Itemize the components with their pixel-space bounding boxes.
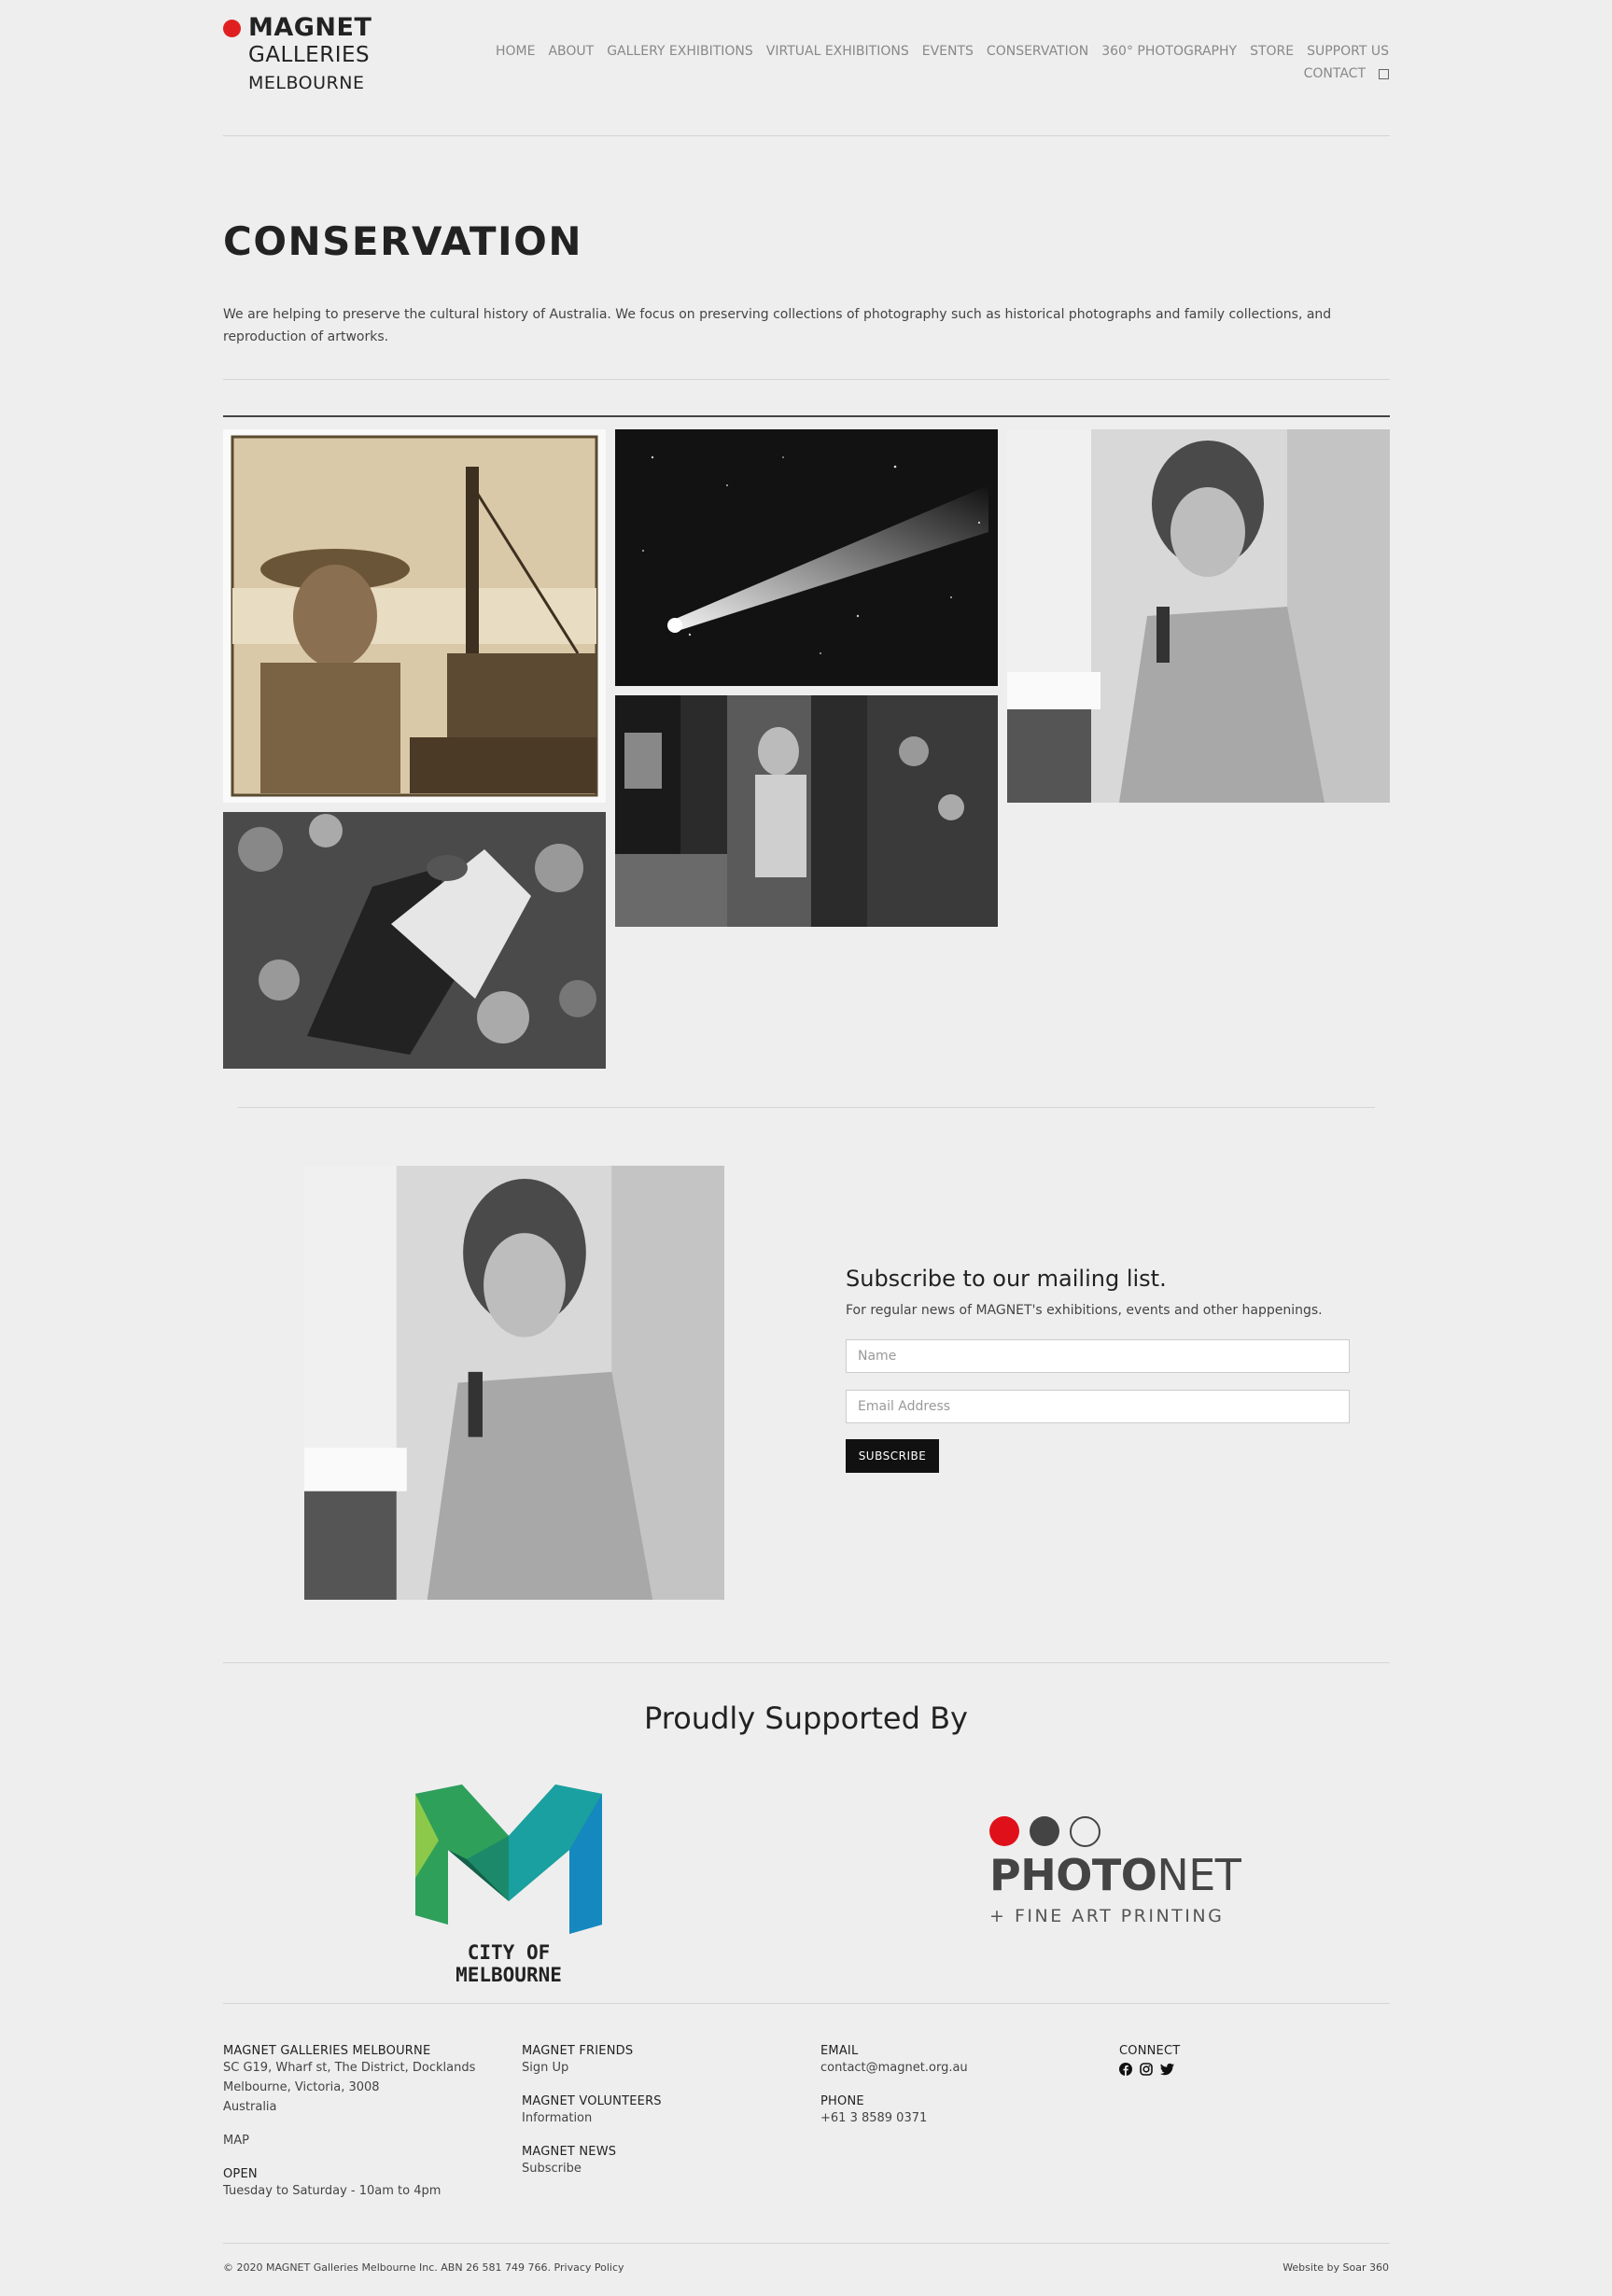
nav-virtual-exhibitions[interactable]: VIRTUAL EXHIBITIONS — [766, 44, 909, 59]
site-credit: Website by Soar 360 — [1283, 2261, 1389, 2274]
logo-dot[interactable] — [223, 20, 241, 37]
nav-secondary: CONTACT — [1304, 66, 1389, 81]
footer-connect-title: CONNECT — [1119, 2044, 1181, 2058]
footer-open-title: OPEN — [223, 2167, 258, 2181]
name-input[interactable] — [846, 1339, 1350, 1373]
photonet-red-dot — [989, 1816, 1019, 1846]
copyright: © 2020 MAGNET Galleries Melbourne Inc. A… — [223, 2261, 624, 2274]
email-input[interactable] — [846, 1390, 1350, 1423]
site-credit-prefix: Website by — [1283, 2261, 1340, 2274]
site-credit-link[interactable]: Soar 360 — [1343, 2261, 1389, 2274]
page-title: CONSERVATION — [223, 218, 582, 264]
footer-phone-link[interactable]: +61 3 8589 0371 — [820, 2108, 1100, 2128]
footer-volunteers-link[interactable]: Information — [522, 2108, 802, 2128]
privacy-policy-link[interactable]: Privacy Policy — [554, 2261, 624, 2274]
photonet-logo[interactable]: PHOTONET + FINE ART PRINTING — [989, 1816, 1241, 1928]
footer-news-title: MAGNET NEWS — [522, 2145, 617, 2159]
city-of-melbourne-label: CITY OF MELBOURNE — [456, 1941, 562, 1986]
supported-divider — [223, 1662, 1390, 1663]
footer-col-address: MAGNET GALLERIES MELBOURNE SC G19, Wharf… — [223, 2044, 503, 2201]
copyright-text: © 2020 MAGNET Galleries Melbourne Inc. A… — [223, 2261, 552, 2274]
facebook-icon[interactable] — [1119, 2063, 1132, 2076]
photonet-tagline: + FINE ART PRINTING — [989, 1906, 1225, 1926]
footer-org-title: MAGNET GALLERIES MELBOURNE — [223, 2044, 431, 2058]
footer-friends-title: MAGNET FRIENDS — [522, 2044, 634, 2058]
footer-col-contact: EMAIL contact@magnet.org.au PHONE +61 3 … — [820, 2044, 1100, 2128]
nav-support-us[interactable]: SUPPORT US — [1307, 44, 1389, 59]
nav-gallery-exhibitions[interactable]: GALLERY EXHIBITIONS — [607, 44, 753, 59]
footer-map-link[interactable]: MAP — [223, 2131, 503, 2150]
header-divider — [223, 135, 1390, 136]
intro-divider — [223, 379, 1390, 380]
supported-heading: Proudly Supported By — [644, 1701, 968, 1736]
photo-portrait-man-ice-cream[interactable] — [1007, 429, 1390, 803]
photonet-word-net: NET — [1156, 1850, 1241, 1900]
gallery-bottom-divider — [238, 1107, 1375, 1108]
photo-interior-portrait[interactable] — [615, 695, 998, 927]
photonet-wordmark: PHOTONET — [989, 1850, 1241, 1900]
footer-bottom-divider — [223, 2243, 1390, 2244]
instagram-icon[interactable] — [1140, 2063, 1153, 2076]
footer-address-line3: Australia — [223, 2100, 277, 2114]
photonet-dark-dot — [1030, 1816, 1059, 1846]
city-of-melbourne-mark — [415, 1785, 602, 1934]
logo-text-galleries[interactable]: GALLERIES — [248, 43, 370, 67]
nav-conservation[interactable]: CONSERVATION — [987, 44, 1088, 59]
photo-historic-pier[interactable] — [223, 429, 606, 803]
subscribe-text: For regular news of MAGNET's exhibitions… — [846, 1303, 1323, 1318]
social-icons — [1119, 2063, 1306, 2076]
photo-football-mark[interactable] — [223, 812, 606, 1069]
footer-volunteers-title: MAGNET VOLUNTEERS — [522, 2094, 662, 2108]
footer-address-line2: Melbourne, Victoria, 3008 — [223, 2080, 380, 2094]
footer-open-hours: Tuesday to Saturday - 10am to 4pm — [223, 2184, 442, 2198]
footer-col-connect: CONNECT — [1119, 2044, 1306, 2076]
subscribe-photo — [304, 1166, 724, 1600]
logo-text-magnet[interactable]: MAGNET — [248, 13, 371, 42]
main-nav: HOME ABOUT GALLERY EXHIBITIONS VIRTUAL E… — [496, 44, 1389, 59]
nav-events[interactable]: EVENTS — [922, 44, 974, 59]
footer-address-line1: SC G19, Wharf st, The District, Dockland… — [223, 2061, 476, 2075]
city-of-melbourne-logo[interactable]: CITY OF MELBOURNE — [411, 1785, 607, 1986]
logo-text-melbourne[interactable]: MELBOURNE — [248, 73, 364, 93]
cart-icon[interactable] — [1379, 68, 1389, 79]
photonet-word-photo: PHOTO — [989, 1850, 1157, 1900]
photonet-outline-dot — [1070, 1816, 1100, 1847]
nav-360-photography[interactable]: 360° PHOTOGRAPHY — [1101, 44, 1237, 59]
subscribe-heading: Subscribe to our mailing list. — [846, 1266, 1167, 1292]
nav-contact[interactable]: CONTACT — [1304, 66, 1366, 81]
gallery-top-rule — [223, 415, 1390, 417]
footer-col-membership: MAGNET FRIENDS Sign Up MAGNET VOLUNTEERS… — [522, 2044, 802, 2178]
footer-email-link[interactable]: contact@magnet.org.au — [820, 2058, 1100, 2078]
nav-about[interactable]: ABOUT — [548, 44, 594, 59]
footer-top-divider — [223, 2003, 1390, 2004]
page-intro: We are helping to preserve the cultural … — [223, 307, 1332, 344]
footer-phone-title: PHONE — [820, 2094, 864, 2108]
subscribe-button[interactable]: SUBSCRIBE — [846, 1439, 939, 1473]
photo-comet[interactable] — [615, 429, 998, 686]
nav-store[interactable]: STORE — [1250, 44, 1294, 59]
nav-home[interactable]: HOME — [496, 44, 535, 59]
twitter-icon[interactable] — [1160, 2063, 1174, 2076]
footer-friends-link[interactable]: Sign Up — [522, 2058, 802, 2078]
footer-news-link[interactable]: Subscribe — [522, 2159, 802, 2178]
footer-email-title: EMAIL — [820, 2044, 859, 2058]
